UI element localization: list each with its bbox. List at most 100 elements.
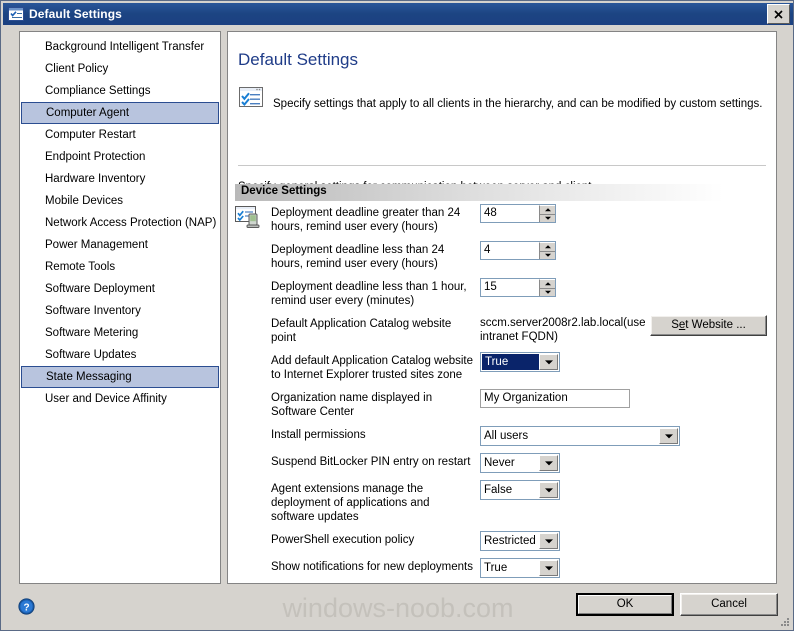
dropdown-select[interactable]: False: [480, 480, 560, 500]
organization-name-field[interactable]: My Organization: [480, 389, 630, 408]
setting-row: Agent extensions manage the deployment o…: [235, 480, 770, 524]
dropdown-value: False: [484, 484, 513, 496]
sidebar-item[interactable]: Power Management: [20, 234, 220, 256]
section-header-label: Device Settings: [241, 185, 327, 197]
setting-row: Install permissions All users: [235, 426, 770, 446]
sidebar-item[interactable]: Software Deployment: [20, 278, 220, 300]
chevron-down-icon[interactable]: [539, 455, 558, 471]
setting-label: Deployment deadline less than 24 hours, …: [271, 244, 445, 270]
dropdown-select[interactable]: True: [480, 352, 560, 372]
dropdown-select[interactable]: Restricted: [480, 531, 560, 551]
sidebar-item[interactable]: Computer Restart: [20, 124, 220, 146]
dropdown-select[interactable]: Never: [480, 453, 560, 473]
window-title: Default Settings: [29, 7, 122, 21]
sidebar-item[interactable]: Software Metering: [20, 322, 220, 344]
setting-control: True: [480, 558, 560, 578]
sidebar-item[interactable]: User and Device Affinity: [20, 388, 220, 410]
setting-control: 15: [480, 278, 556, 297]
dropdown-value: Restricted: [484, 535, 536, 547]
catalog-website-value: sccm.server2008r2.lab.local(use intranet…: [480, 317, 646, 343]
setting-control: 4: [480, 241, 556, 260]
divider: [238, 165, 766, 166]
sidebar-item[interactable]: Compliance Settings: [20, 80, 220, 102]
stepper-value[interactable]: 48: [481, 205, 539, 222]
setting-control: My Organization: [480, 389, 630, 408]
setting-label: Default Application Catalog website poin…: [271, 318, 452, 344]
setting-label: Deployment deadline less than 1 hour, re…: [271, 281, 467, 307]
setting-control: False: [480, 480, 560, 500]
setting-row: PowerShell execution policy Restricted: [235, 531, 770, 551]
stepper-up-icon[interactable]: [539, 242, 555, 251]
setting-label: Suspend BitLocker PIN entry on restart: [271, 456, 471, 468]
setting-label: Install permissions: [271, 429, 366, 441]
settings-checklist-icon: [8, 7, 24, 21]
dropdown-value: True: [484, 562, 508, 574]
sidebar-item[interactable]: State Messaging: [21, 366, 219, 388]
setting-row: Add default Application Catalog website …: [235, 352, 770, 382]
watermark: windows-noob.com: [282, 593, 514, 623]
setting-label: PowerShell execution policy: [271, 534, 415, 546]
setting-control: True: [480, 352, 560, 372]
dropdown-value: True: [482, 354, 539, 370]
set-website-button[interactable]: Set Website ...: [650, 315, 767, 336]
ok-button-label: OK: [578, 595, 672, 614]
setting-control: 48: [480, 204, 556, 223]
settings-rows: Deployment deadline greater than 24 hour…: [235, 204, 770, 583]
chevron-down-icon[interactable]: [539, 560, 558, 576]
svg-text:?: ?: [23, 602, 29, 613]
setting-label: Organization name displayed in Software …: [271, 392, 433, 418]
setting-control: Restricted: [480, 531, 560, 551]
setting-row: Default Application Catalog website poin…: [235, 315, 770, 345]
dropdown-select[interactable]: All users: [480, 426, 680, 446]
resize-grip[interactable]: [778, 616, 790, 628]
setting-control: sccm.server2008r2.lab.local(use intranet…: [480, 315, 767, 344]
sidebar-item[interactable]: Endpoint Protection: [20, 146, 220, 168]
quantity-stepper[interactable]: 4: [480, 241, 556, 260]
stepper-up-icon[interactable]: [539, 205, 555, 214]
cancel-button[interactable]: Cancel: [680, 593, 778, 616]
sidebar-item[interactable]: Remote Tools: [20, 256, 220, 278]
ok-button[interactable]: OK: [576, 593, 674, 616]
stepper-value[interactable]: 4: [481, 242, 539, 259]
sidebar-item[interactable]: Mobile Devices: [20, 190, 220, 212]
sidebar-item[interactable]: Hardware Inventory: [20, 168, 220, 190]
sidebar-item[interactable]: Software Updates: [20, 344, 220, 366]
stepper-down-icon[interactable]: [539, 250, 555, 259]
chevron-down-icon[interactable]: [659, 428, 678, 444]
device-settings-icon: [235, 205, 261, 231]
sidebar-item[interactable]: Computer Agent: [21, 102, 219, 124]
settings-category-list[interactable]: Background Intelligent Transfer Client Po…: [19, 31, 221, 584]
quantity-stepper[interactable]: 15: [480, 278, 556, 297]
chevron-down-icon[interactable]: [539, 533, 558, 549]
panel-description-text: Specify settings that apply to all clien…: [273, 98, 763, 110]
chevron-down-icon[interactable]: [539, 354, 558, 370]
setting-row: Deployment deadline less than 24 hours, …: [235, 241, 770, 271]
set-website-label-post: t Website ...: [685, 319, 746, 331]
sidebar-item[interactable]: Background Intelligent Transfer: [20, 36, 220, 58]
setting-row: Deployment deadline less than 1 hour, re…: [235, 278, 770, 308]
sidebar-item[interactable]: Client Policy: [20, 58, 220, 80]
title-bar: Default Settings: [3, 3, 793, 25]
sidebar-item[interactable]: Network Access Protection (NAP): [20, 212, 220, 234]
sidebar-item[interactable]: Software Inventory: [20, 300, 220, 322]
stepper-down-icon[interactable]: [539, 287, 555, 296]
help-question-icon[interactable]: ?: [18, 598, 35, 615]
setting-control: Never: [480, 453, 560, 473]
stepper-down-icon[interactable]: [539, 213, 555, 222]
dropdown-select[interactable]: True: [480, 558, 560, 578]
default-settings-dialog: Default Settings Background Intelligent …: [0, 0, 794, 631]
panel-description: Specify settings that apply to all clien…: [238, 84, 768, 113]
setting-label: Show notifications for new deployments: [271, 561, 473, 573]
setting-row: Suspend BitLocker PIN entry on restart Ne…: [235, 453, 770, 473]
setting-control: All users: [480, 426, 680, 446]
quantity-stepper[interactable]: 48: [480, 204, 556, 223]
set-website-label-pre: S: [671, 319, 679, 331]
chevron-down-icon[interactable]: [539, 482, 558, 498]
close-icon[interactable]: [767, 4, 790, 24]
setting-row: Deployment deadline greater than 24 hour…: [235, 204, 770, 234]
setting-row: Show notifications for new deployments Tr…: [235, 558, 770, 578]
stepper-value[interactable]: 15: [481, 279, 539, 296]
checklist-icon: [238, 84, 264, 113]
device-settings-section-header: Device Settings: [235, 184, 766, 201]
stepper-up-icon[interactable]: [539, 279, 555, 288]
